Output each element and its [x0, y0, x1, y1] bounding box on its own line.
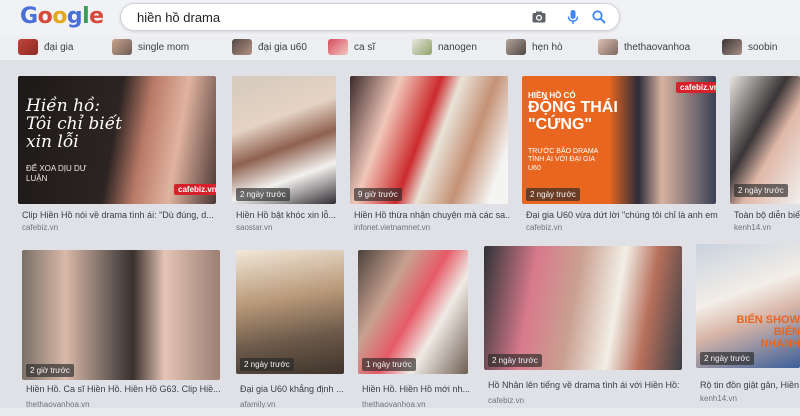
result-source[interactable]: kenh14.vn	[734, 223, 800, 232]
mic-icon[interactable]	[565, 9, 581, 25]
chip-dai-gia[interactable]: đại gia	[18, 38, 73, 56]
chip-thumbnail	[232, 39, 252, 55]
time-badge: 9 giờ trước	[354, 188, 402, 201]
headline-line: xin lỗi	[26, 131, 79, 152]
result-thumbnail: 2 ngày trước	[236, 250, 344, 374]
result-title[interactable]: Đại gia U60 khẳng định ...	[240, 384, 344, 394]
logo-letter: e	[89, 4, 104, 29]
result-thumbnail: 2 ngày trước	[730, 76, 800, 204]
result-source[interactable]: saostar.vn	[236, 223, 336, 232]
time-badge: 2 giờ trước	[26, 364, 74, 377]
result-thumbnail: 2 giờ trước	[22, 250, 220, 380]
search-icon[interactable]	[591, 9, 607, 25]
chip-label: hẹn hò	[532, 41, 563, 53]
watermark-logo: cafebiz.vn	[676, 82, 716, 93]
result-title[interactable]: Hồ Nhân lên tiếng về drama tình ái với H…	[488, 380, 682, 390]
chip-single-mom[interactable]: single mom	[112, 38, 189, 56]
chip-thethaovanhoa[interactable]: thethaovanhoa	[598, 38, 690, 56]
headline-line: ĐỘNG THÁI	[528, 99, 618, 117]
result-title[interactable]: Hiền Hồ bật khóc xin lỗ...	[236, 210, 336, 220]
chip-ca-si[interactable]: ca sĩ	[328, 38, 375, 56]
logo-letter: G	[20, 4, 38, 29]
thumbnail-headline: BIẾN SHOW BIẾN NHANH	[736, 314, 800, 350]
taskbar	[0, 408, 800, 416]
thumbnail-subheadline: TRƯỚC BÃO DRAMA TÌNH ÁI VỚI ĐẠI GIA U60	[528, 148, 598, 172]
chip-dai-gia-u60[interactable]: đại gia u60	[232, 38, 307, 56]
image-result[interactable]: 9 giờ trước Hiền Hồ thừa nhận chuyện mà …	[350, 76, 510, 236]
thumbnail-headline: Hiền hồ: Tôi chỉ biết xin lỗi	[26, 97, 123, 152]
result-thumbnail: BIẾN SHOW BIẾN NHANH 2 ngày trước	[696, 244, 800, 368]
logo-letter: g	[66, 4, 83, 29]
chip-hen-ho[interactable]: hẹn hò	[506, 38, 563, 56]
time-badge: 2 ngày trước	[700, 352, 754, 365]
image-result[interactable]: 2 ngày trước Hiền Hồ bật khóc xin lỗ... …	[232, 76, 338, 236]
search-header: Google	[0, 0, 800, 37]
logo-letter: o	[52, 4, 67, 29]
result-thumbnail: HIỀN HỒ CÓ ĐỘNG THÁI "CỨNG" TRƯỚC BÃO DR…	[522, 76, 716, 204]
result-thumbnail: 2 ngày trước	[484, 246, 682, 370]
image-result[interactable]: HIỀN HỒ CÓ ĐỘNG THÁI "CỨNG" TRƯỚC BÃO DR…	[522, 76, 718, 236]
image-result[interactable]: Hiền hồ: Tôi chỉ biết xin lỗi ĐỂ XOA DỊU…	[18, 76, 218, 236]
image-result[interactable]: 2 ngày trước Hồ Nhân lên tiếng về drama …	[484, 246, 684, 410]
result-title[interactable]: Hiền Hồ. Ca sĩ Hiền Hồ. Hiền Hồ G63. Cli…	[26, 384, 220, 394]
image-result[interactable]: 2 ngày trước Toàn bộ diễn biến kenh14.vn	[730, 76, 800, 236]
chip-label: thethaovanhoa	[624, 41, 691, 53]
result-title[interactable]: Rộ tin đồn giật gân, Hiền Hồ	[700, 380, 800, 390]
chip-label: đại gia	[44, 41, 74, 53]
google-logo[interactable]: Google	[20, 4, 104, 29]
image-result[interactable]: 2 giờ trước Hiền Hồ. Ca sĩ Hiền Hồ. Hiền…	[22, 250, 222, 410]
result-source[interactable]: cafebiz.vn	[488, 396, 682, 405]
watermark-logo: cafebiz.vn	[174, 184, 216, 195]
result-thumbnail: 2 ngày trước	[232, 76, 336, 204]
time-badge: 2 ngày trước	[734, 184, 788, 197]
image-result[interactable]: 1 ngày trước Hiền Hồ. Hiền Hồ mới nh... …	[358, 250, 470, 410]
chip-thumbnail	[18, 39, 38, 55]
search-box	[120, 3, 620, 31]
chip-label: single mom	[138, 41, 190, 53]
chip-thumbnail	[112, 39, 132, 55]
result-title[interactable]: Hiền Hồ. Hiền Hồ mới nh...	[362, 384, 470, 394]
chip-thumbnail	[328, 39, 348, 55]
chip-nanogen[interactable]: nanogen	[412, 38, 477, 56]
headline-line: "CỨNG"	[528, 116, 592, 134]
result-source[interactable]: cafebiz.vn	[22, 223, 216, 232]
image-result[interactable]: BIẾN SHOW BIẾN NHANH 2 ngày trước Rộ tin…	[696, 244, 800, 410]
search-input[interactable]	[135, 7, 519, 27]
thumbnail-subheadline: ĐỂ XOA DỊU DƯ LUẬN	[26, 164, 87, 183]
time-badge: 2 ngày trước	[240, 358, 294, 371]
chip-thumbnail	[506, 39, 526, 55]
chip-thumbnail	[598, 39, 618, 55]
result-title[interactable]: Hiền Hồ thừa nhận chuyện mà các sa...	[354, 210, 510, 220]
chip-soobin[interactable]: soobin	[722, 38, 777, 56]
result-thumbnail: 1 ngày trước	[358, 250, 468, 374]
headline-line: Tôi chỉ biết	[26, 113, 123, 134]
result-thumbnail: 9 giờ trước	[350, 76, 508, 204]
chip-label: soobin	[748, 41, 778, 53]
time-badge: 2 ngày trước	[526, 188, 580, 201]
related-searches-bar: đại gia single mom đại gia u60 ca sĩ nan…	[0, 36, 800, 60]
thumbnail-headline: HIỀN HỒ CÓ ĐỘNG THÁI "CỨNG"	[528, 91, 618, 134]
result-thumbnail: Hiền hồ: Tôi chỉ biết xin lỗi ĐỂ XOA DỊU…	[18, 76, 216, 204]
chip-label: đại gia u60	[258, 41, 307, 53]
result-title[interactable]: Toàn bộ diễn biến	[734, 210, 800, 220]
time-badge: 2 ngày trước	[236, 188, 290, 201]
result-source[interactable]: kenh14.vn	[700, 394, 800, 403]
headline-line: BIẾN SHOW	[736, 314, 800, 326]
headline-line: BIẾN NHANH	[760, 326, 800, 351]
image-result[interactable]: 2 ngày trước Đại gia U60 khẳng định ... …	[236, 250, 346, 410]
time-badge: 2 ngày trước	[488, 354, 542, 367]
result-title[interactable]: Đại gia U60 vừa dứt lời "chúng tôi chỉ l…	[526, 210, 718, 220]
logo-letter: o	[37, 4, 53, 29]
camera-icon[interactable]	[531, 9, 547, 25]
chip-label: nanogen	[438, 41, 477, 53]
result-source[interactable]: cafebiz.vn	[526, 223, 718, 232]
chip-label: ca sĩ	[354, 41, 376, 53]
result-source[interactable]: infonet.vietnamnet.vn	[354, 223, 510, 232]
result-title[interactable]: Clip Hiền Hồ nói về drama tình ái: "Dù đ…	[22, 210, 216, 220]
chip-thumbnail	[412, 39, 432, 55]
chip-thumbnail	[722, 39, 742, 55]
time-badge: 1 ngày trước	[362, 358, 416, 371]
